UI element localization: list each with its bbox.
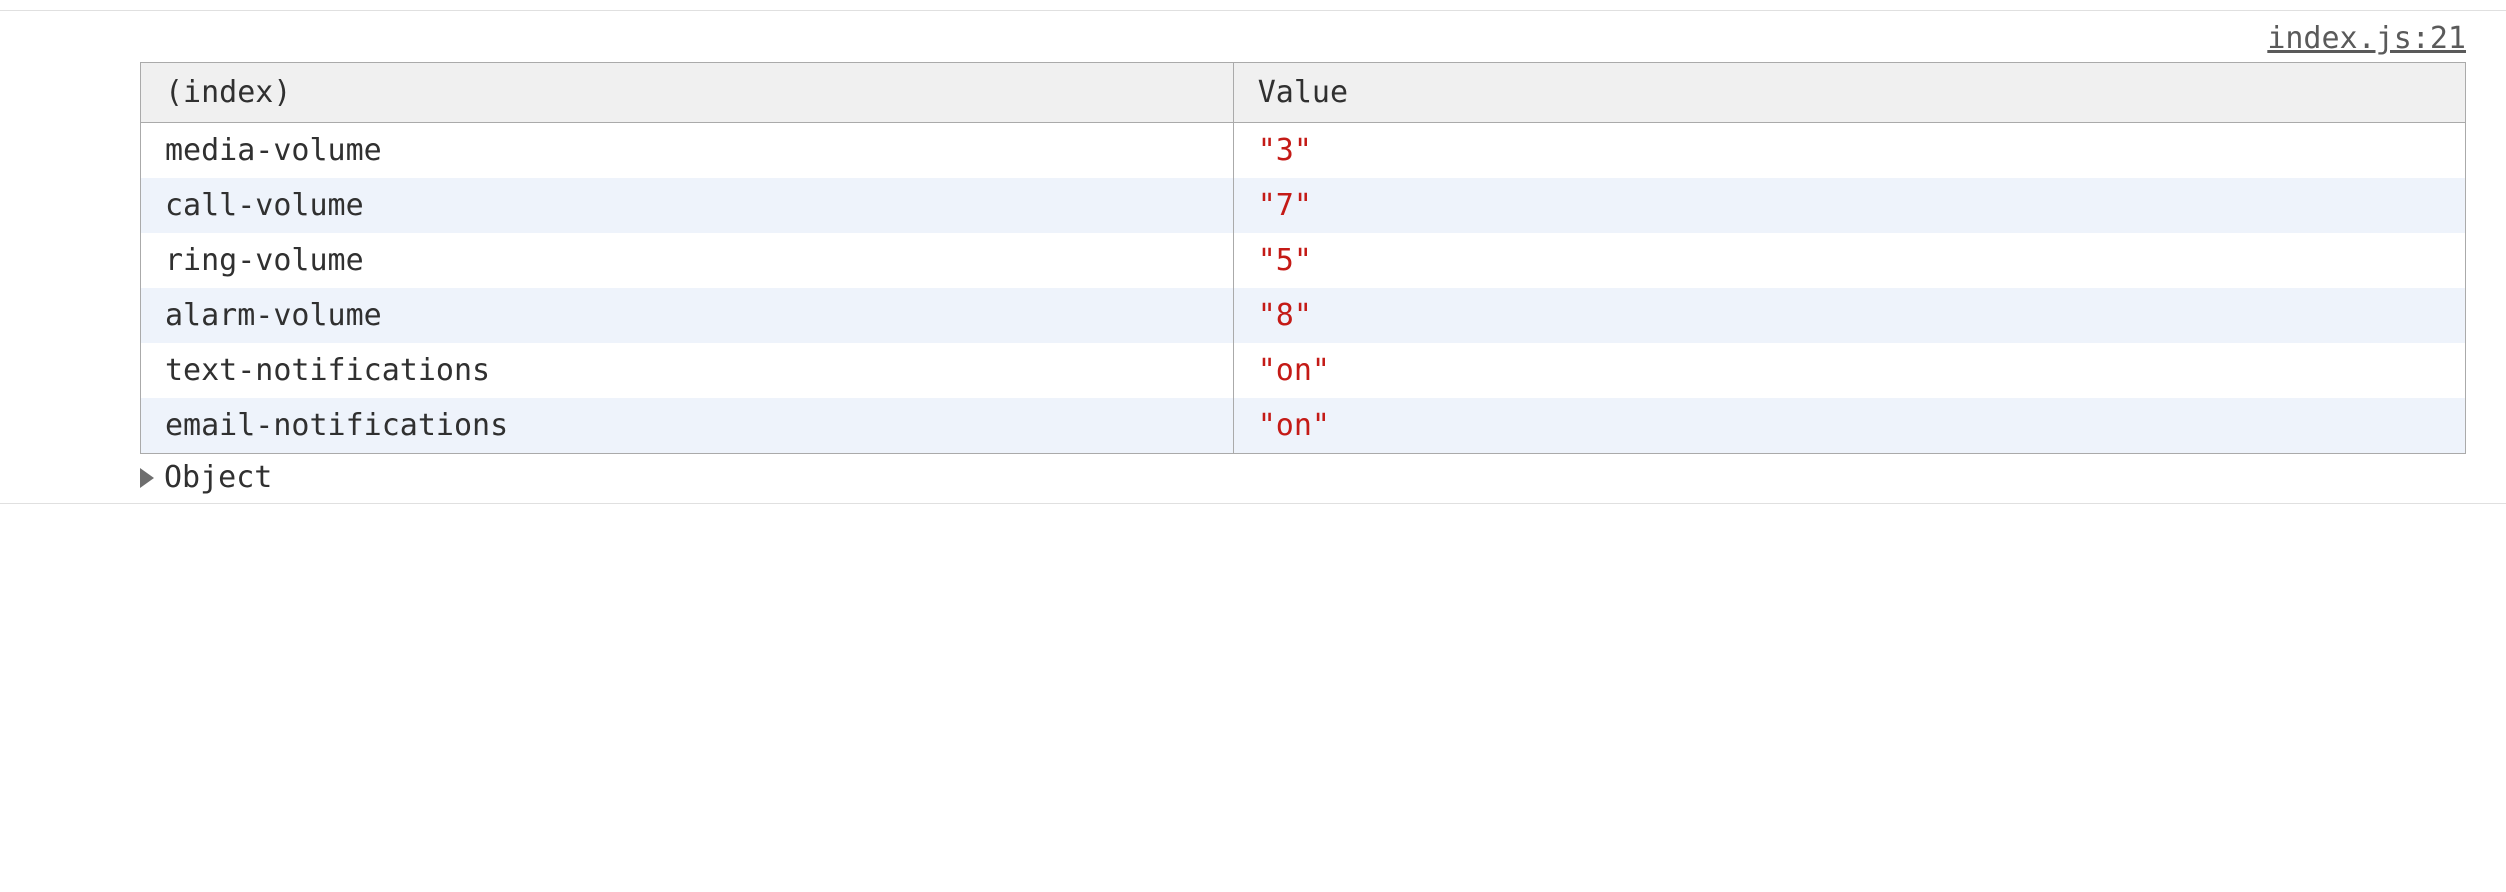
cell-value: "5" xyxy=(1233,233,2465,288)
table-row[interactable]: call-volume "7" xyxy=(141,178,2466,233)
table-row[interactable]: ring-volume "5" xyxy=(141,233,2466,288)
cell-index: alarm-volume xyxy=(141,288,1234,343)
cell-index: ring-volume xyxy=(141,233,1234,288)
table-row[interactable]: media-volume "3" xyxy=(141,123,2466,179)
cell-index: email-notifications xyxy=(141,398,1234,454)
console-log-entry: index.js:21 (index) Value media-volume "… xyxy=(0,10,2506,504)
console-table: (index) Value media-volume "3" call-volu… xyxy=(140,62,2466,454)
cell-index: text-notifications xyxy=(141,343,1234,398)
table-header-row: (index) Value xyxy=(141,63,2466,123)
cell-index: media-volume xyxy=(141,123,1234,179)
cell-value: "8" xyxy=(1233,288,2465,343)
table-row[interactable]: text-notifications "on" xyxy=(141,343,2466,398)
column-header-value[interactable]: Value xyxy=(1233,63,2465,123)
cell-value: "on" xyxy=(1233,343,2465,398)
cell-value: "7" xyxy=(1233,178,2465,233)
cell-index: call-volume xyxy=(141,178,1234,233)
cell-value: "3" xyxy=(1233,123,2465,179)
disclosure-triangle-icon[interactable] xyxy=(140,468,154,488)
source-link[interactable]: index.js:21 xyxy=(2267,21,2466,56)
cell-value: "on" xyxy=(1233,398,2465,454)
source-location: index.js:21 xyxy=(0,15,2506,62)
column-header-index[interactable]: (index) xyxy=(141,63,1234,123)
object-label: Object xyxy=(164,460,272,495)
table-row[interactable]: email-notifications "on" xyxy=(141,398,2466,454)
table-row[interactable]: alarm-volume "8" xyxy=(141,288,2466,343)
object-preview[interactable]: Object xyxy=(140,460,2506,495)
